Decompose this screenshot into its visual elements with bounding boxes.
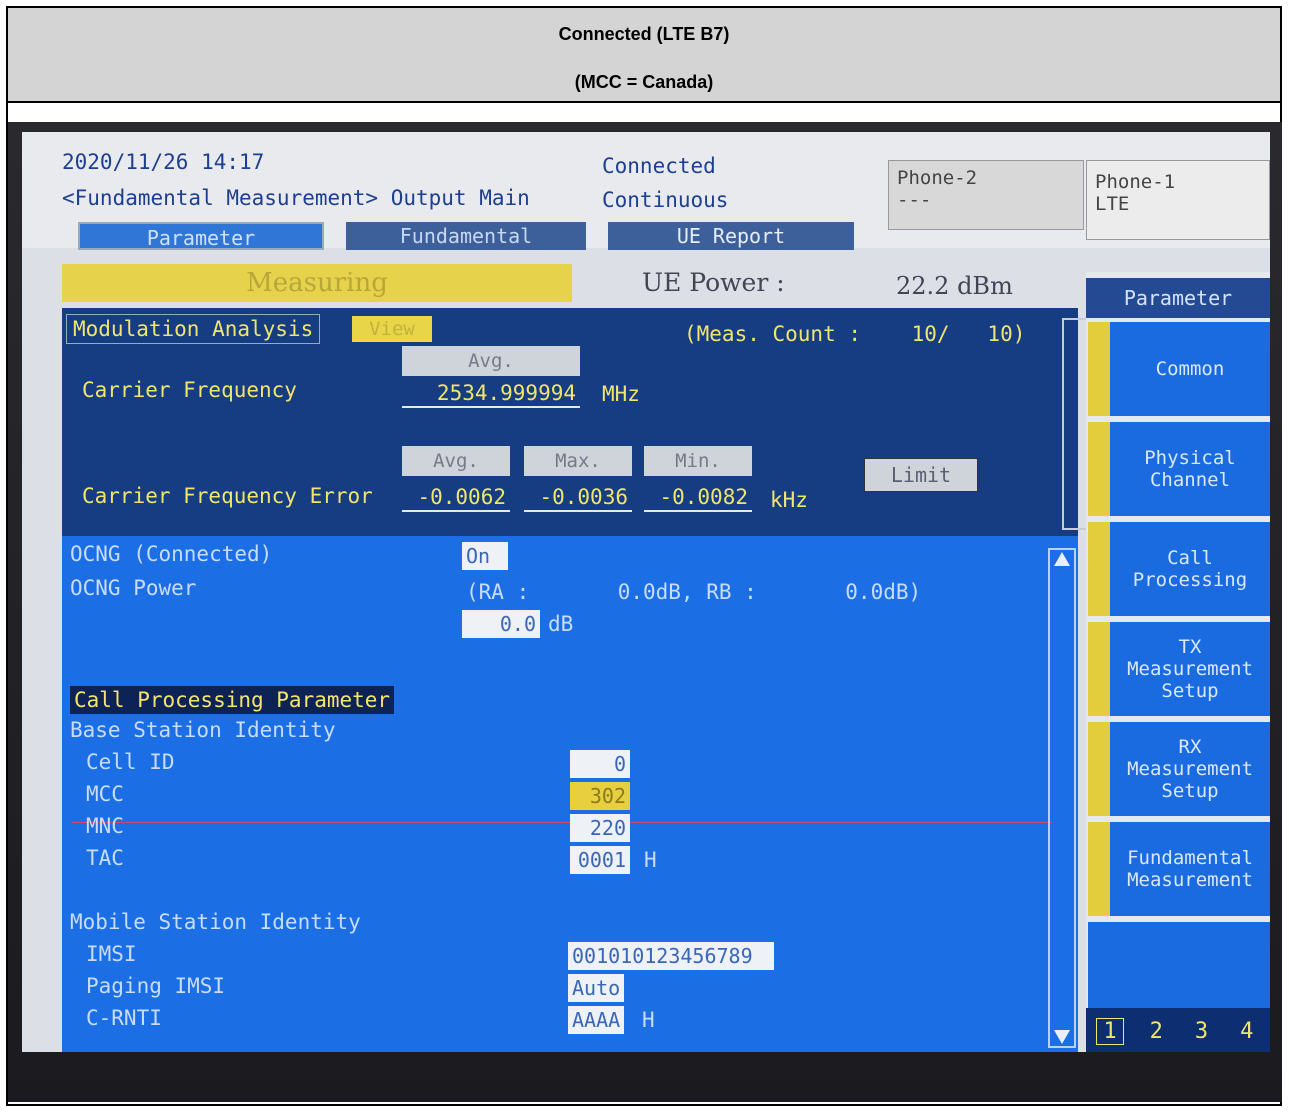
- instrument-screen: 2020/11/26 14:17 <Fundamental Measuremen…: [22, 132, 1270, 1052]
- phone-1-status[interactable]: Phone-1 LTE: [1086, 160, 1270, 240]
- phone-2-value: ---: [897, 189, 932, 211]
- common-button[interactable]: Common: [1088, 322, 1270, 416]
- c-rnti-unit: H: [642, 1008, 655, 1032]
- ue-power-label: UE Power :: [642, 268, 785, 297]
- screen-header: 2020/11/26 14:17 <Fundamental Measuremen…: [22, 132, 1270, 250]
- parameter-panel: OCNG (Connected) On OCNG Power (RA : 0.0…: [62, 536, 1078, 1052]
- carrier-frequency-unit: MHz: [602, 382, 640, 406]
- bsi-header: Base Station Identity: [70, 718, 336, 742]
- caption-line-1: Connected (LTE B7): [558, 24, 730, 44]
- carrier-frequency-error-label: Carrier Frequency Error: [82, 484, 373, 508]
- phone-2-label: Phone-2: [897, 167, 978, 189]
- c-rnti-field[interactable]: AAAA: [568, 1006, 624, 1034]
- tac-label: TAC: [86, 846, 124, 870]
- cfe-min-value: -0.0082: [644, 482, 752, 512]
- datetime: 2020/11/26 14:17: [62, 150, 265, 174]
- ocng-connected-value[interactable]: On: [462, 542, 508, 570]
- call-processing-button[interactable]: Call Processing: [1088, 522, 1270, 616]
- mcc-field[interactable]: 302: [570, 782, 630, 810]
- imsi-field[interactable]: 001010123456789: [568, 942, 774, 970]
- tac-field[interactable]: 0001: [570, 846, 630, 874]
- monitor-photo: 2020/11/26 14:17 <Fundamental Measuremen…: [8, 122, 1282, 1102]
- ue-power-value: 22.2 dBm: [896, 272, 1013, 300]
- empty-softkey[interactable]: [1088, 922, 1270, 1016]
- fundamental-measurement-button[interactable]: Fundamental Measurement: [1088, 822, 1270, 916]
- caption-header: Connected (LTE B7) (MCC = Canada): [8, 8, 1280, 103]
- page-1-tab[interactable]: 1: [1096, 1018, 1124, 1045]
- status-connected: Connected: [602, 154, 716, 178]
- modulation-analysis-header: Modulation Analysis: [66, 314, 321, 344]
- tx-measurement-setup-button[interactable]: TX Measurement Setup: [1088, 622, 1270, 716]
- mcc-label: MCC: [86, 782, 124, 806]
- page-3-tab[interactable]: 3: [1189, 1019, 1215, 1044]
- page-tabs: 1 2 3 4: [1096, 1018, 1260, 1045]
- cfe-avg-value: -0.0062: [402, 482, 510, 512]
- c-rnti-label: C-RNTI: [86, 1006, 162, 1030]
- paging-imsi-label: Paging IMSI: [86, 974, 226, 998]
- side-menu-header: Parameter: [1086, 278, 1270, 318]
- screen-title: <Fundamental Measurement> Output Main: [62, 186, 530, 210]
- modulation-analysis-panel: Modulation Analysis View (Meas. Count : …: [62, 308, 1090, 536]
- mnc-field[interactable]: 220: [570, 814, 630, 842]
- caption-line-2: (MCC = Canada): [574, 72, 714, 92]
- carrier-frequency-value: 2534.999994: [402, 378, 580, 408]
- ocng-connected-label: OCNG (Connected): [70, 542, 273, 566]
- carrier-frequency-label: Carrier Frequency: [82, 378, 297, 402]
- limit-button[interactable]: Limit: [864, 458, 978, 492]
- cfe-min-header: Min.: [644, 446, 752, 476]
- ocng-power-label: OCNG Power: [70, 576, 197, 600]
- carrier-freq-avg-header: Avg.: [402, 346, 580, 376]
- tab-parameter[interactable]: Parameter: [78, 222, 324, 250]
- view-button[interactable]: View: [352, 316, 432, 342]
- tac-unit: H: [644, 848, 657, 872]
- phone-1-value: LTE: [1095, 193, 1130, 215]
- page-2-tab[interactable]: 2: [1143, 1019, 1169, 1044]
- scroll-down-icon[interactable]: [1054, 1030, 1070, 1044]
- red-divider: [72, 822, 1052, 823]
- measuring-indicator: Measuring: [62, 264, 572, 302]
- msi-header: Mobile Station Identity: [70, 910, 361, 934]
- cfe-max-header: Max.: [524, 446, 632, 476]
- cfe-unit: kHz: [770, 488, 808, 512]
- mnc-label: MNC: [86, 814, 124, 838]
- cell-id-label: Cell ID: [86, 750, 175, 774]
- imsi-label: IMSI: [86, 942, 137, 966]
- tab-fundamental[interactable]: Fundamental: [346, 222, 586, 250]
- parameter-scrollbar[interactable]: [1048, 548, 1076, 1048]
- call-processing-header: Call Processing Parameter: [70, 686, 395, 714]
- physical-channel-button[interactable]: Physical Channel: [1088, 422, 1270, 516]
- ocng-ra-rb: (RA : 0.0dB, RB : 0.0dB): [466, 580, 922, 604]
- phone-1-label: Phone-1: [1095, 171, 1176, 193]
- cfe-avg-header: Avg.: [402, 446, 510, 476]
- meas-count: (Meas. Count : 10/ 10): [684, 322, 1026, 346]
- tab-ue-report[interactable]: UE Report: [608, 222, 854, 250]
- rx-measurement-setup-button[interactable]: RX Measurement Setup: [1088, 722, 1270, 816]
- ocng-power-value[interactable]: 0.0: [462, 610, 540, 638]
- cell-id-field[interactable]: 0: [570, 750, 630, 778]
- ocng-power-unit: dB: [548, 612, 574, 636]
- cfe-max-value: -0.0036: [524, 482, 632, 512]
- page-4-tab[interactable]: 4: [1234, 1019, 1260, 1044]
- scroll-up-icon[interactable]: [1054, 552, 1070, 566]
- paging-imsi-field[interactable]: Auto: [568, 974, 624, 1002]
- status-continuous: Continuous: [602, 188, 729, 212]
- phone-2-status[interactable]: Phone-2 ---: [888, 160, 1084, 230]
- side-menu: Parameter Common Physical Channel Call P…: [1086, 272, 1270, 1052]
